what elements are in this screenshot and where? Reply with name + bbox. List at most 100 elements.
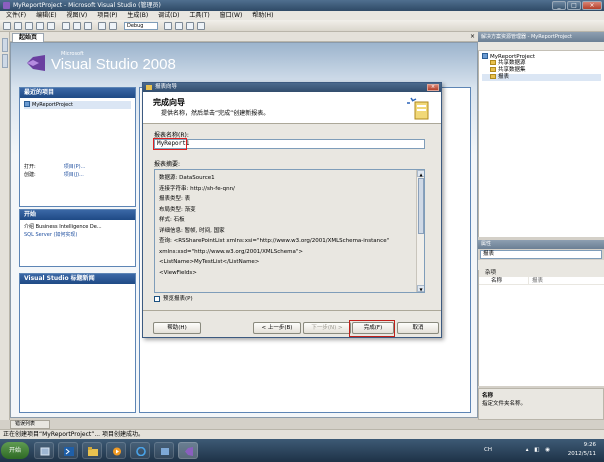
- minimize-button[interactable]: _: [552, 1, 566, 10]
- recent-projects-list: MyReportProject 打开: 项目(P)... 创建: 项目(J)...: [20, 98, 135, 182]
- wizard-report-icon: [407, 97, 429, 120]
- taskbar-powershell[interactable]: [58, 442, 78, 459]
- getting-started-panel: 开始 介绍 Business Intelligence De... SQL Se…: [19, 209, 136, 267]
- logo-version: 2008: [142, 56, 176, 73]
- close-button[interactable]: ×: [582, 1, 602, 10]
- tree-folder-reports[interactable]: 报表: [482, 74, 601, 81]
- folder-label: 共享数据集: [498, 67, 526, 73]
- project-icon: [482, 53, 488, 59]
- copy-icon[interactable]: [73, 22, 81, 30]
- preview-report-checkbox[interactable]: [154, 296, 160, 302]
- maximize-button[interactable]: □: [567, 1, 581, 10]
- summary-line: 详细信息: 暂帧, 时间, 国家: [159, 227, 225, 234]
- report-name-highlight: [153, 138, 187, 150]
- visual-studio-icon: [185, 447, 193, 456]
- start-button[interactable]: 开始: [1, 442, 29, 459]
- error-list-tab[interactable]: 错误列表: [10, 420, 50, 429]
- open-row: 打开: 项目(P)...: [24, 163, 131, 171]
- cancel-button[interactable]: 取消: [397, 322, 439, 334]
- document-tab-bar: 起始页 ×: [10, 32, 478, 42]
- taskbar-ie[interactable]: [130, 442, 150, 459]
- start-debug-icon[interactable]: [109, 22, 117, 30]
- media-player-icon: [113, 447, 121, 456]
- help-button[interactable]: 帮助(H): [153, 322, 201, 334]
- create-label: 创建:: [24, 172, 36, 178]
- taskbar-tool[interactable]: [154, 442, 174, 459]
- recent-projects-panel: 最近的项目 MyReportProject 打开: 项目(P)... 创建: 项目(…: [19, 87, 136, 207]
- menu-build[interactable]: 生成(B): [127, 12, 148, 19]
- report-summary-box[interactable]: 数据源: DataSource1 连接字符串: http://sh-fe-qnn…: [154, 169, 425, 293]
- property-desc-text: 指定文件夹名称。: [482, 401, 527, 407]
- add-item-icon[interactable]: [14, 22, 22, 30]
- summary-line: <ListName>MyTestList</ListName>: [159, 259, 260, 265]
- menu-view[interactable]: 视图(V): [66, 12, 87, 19]
- open-project-link[interactable]: 项目(P)...: [64, 164, 86, 170]
- save-all-icon[interactable]: [47, 22, 55, 30]
- scroll-up-icon[interactable]: ▲: [417, 170, 424, 177]
- taskbar-server-manager[interactable]: [34, 442, 54, 459]
- clock-time[interactable]: 9:26: [560, 442, 596, 448]
- summary-scrollbar[interactable]: ▲ ▼: [416, 170, 424, 292]
- solution-config-combo[interactable]: Debug: [124, 22, 158, 30]
- getting-started-item[interactable]: SQL Server (如何实现): [24, 231, 131, 239]
- scroll-down-icon[interactable]: ▼: [417, 285, 424, 292]
- toolbox-tab[interactable]: [2, 54, 8, 68]
- scroll-thumb[interactable]: [418, 178, 424, 234]
- menu-file[interactable]: 文件(F): [6, 12, 26, 19]
- property-key: 名称: [479, 277, 529, 284]
- clock-date[interactable]: 2012/5/11: [556, 451, 596, 457]
- solution-explorer-icon[interactable]: [175, 22, 183, 30]
- taskbar-visual-studio[interactable]: [178, 442, 198, 459]
- left-tool-strip: [0, 32, 10, 420]
- property-row[interactable]: 名称 报表: [479, 277, 604, 285]
- server-explorer-tab[interactable]: [2, 38, 8, 52]
- new-project-icon[interactable]: [3, 22, 11, 30]
- create-row: 创建: 项目(J)...: [24, 171, 131, 179]
- undo-icon[interactable]: [98, 22, 106, 30]
- menu-project[interactable]: 项目(P): [97, 12, 117, 19]
- menu-help[interactable]: 帮助(H): [252, 12, 273, 19]
- paste-icon[interactable]: [84, 22, 92, 30]
- create-project-link[interactable]: 项目(J)...: [64, 172, 84, 178]
- cut-icon[interactable]: [62, 22, 70, 30]
- language-indicator[interactable]: CH: [484, 447, 492, 453]
- open-file-icon[interactable]: [25, 22, 33, 30]
- save-icon[interactable]: [36, 22, 44, 30]
- summary-line: xmlns:xsd="http://www.w3.org/2001/XMLSch…: [159, 248, 303, 255]
- getting-started-list: 介绍 Business Intelligence De... SQL Serve…: [20, 220, 135, 242]
- recent-project-item[interactable]: MyReportProject: [24, 101, 131, 109]
- property-value[interactable]: 报表: [529, 277, 543, 284]
- menu-edit[interactable]: 编辑(E): [36, 12, 56, 19]
- toolbox-icon[interactable]: [197, 22, 205, 30]
- properties-grid: 杂项 名称 报表: [478, 270, 604, 386]
- taskbar-media[interactable]: [106, 442, 126, 459]
- properties-category[interactable]: 杂项: [479, 270, 604, 277]
- tree-project-node[interactable]: MyReportProject: [482, 53, 601, 60]
- properties-icon[interactable]: [186, 22, 194, 30]
- getting-started-item[interactable]: 介绍 Business Intelligence De...: [24, 223, 131, 231]
- solution-explorer-title: 解决方案资源管理器 - MyReportProject: [478, 32, 604, 42]
- menu-debug[interactable]: 调试(D): [158, 12, 179, 19]
- taskbar-explorer[interactable]: [82, 442, 102, 459]
- back-button[interactable]: < 上一步(B): [253, 322, 301, 334]
- find-icon[interactable]: [164, 22, 172, 30]
- report-wizard-dialog: 报表向导 × 完成向导 提供名称，然后单击“完成”创建新报表。 报表名称(R):…: [142, 82, 442, 338]
- tree-folder-shared-datasources[interactable]: 共享数据源: [482, 60, 601, 67]
- getting-started-title: 开始: [20, 210, 135, 220]
- dialog-close-button[interactable]: ×: [427, 84, 439, 91]
- report-name-input[interactable]: MyReport1: [154, 139, 425, 149]
- dialog-title-bar: 报表向导 ×: [143, 83, 441, 92]
- preview-report-label[interactable]: 预览报表(P): [163, 296, 193, 303]
- close-document-button[interactable]: ×: [470, 33, 475, 40]
- properties-object-combo[interactable]: 报表: [480, 250, 602, 259]
- menu-tools[interactable]: 工具(T): [189, 12, 209, 19]
- tree-folder-shared-datasets[interactable]: 共享数据集: [482, 67, 601, 74]
- next-button[interactable]: 下一步(N) >: [303, 322, 351, 334]
- summary-line: 查询: <RSSharePointList xmlns:xsi="http://…: [159, 238, 390, 244]
- menu-window[interactable]: 窗口(W): [220, 12, 243, 19]
- tray-icons[interactable]: ▴ ◧ ◉: [526, 447, 552, 453]
- tab-start-page[interactable]: 起始页: [12, 33, 45, 42]
- finish-highlight: [349, 320, 395, 337]
- menu-bar: 文件(F) 编辑(E) 视图(V) 项目(P) 生成(B) 调试(D) 工具(T…: [0, 11, 604, 20]
- summary-line: 连接字符串: http://sh-fe-qnn/: [159, 185, 235, 192]
